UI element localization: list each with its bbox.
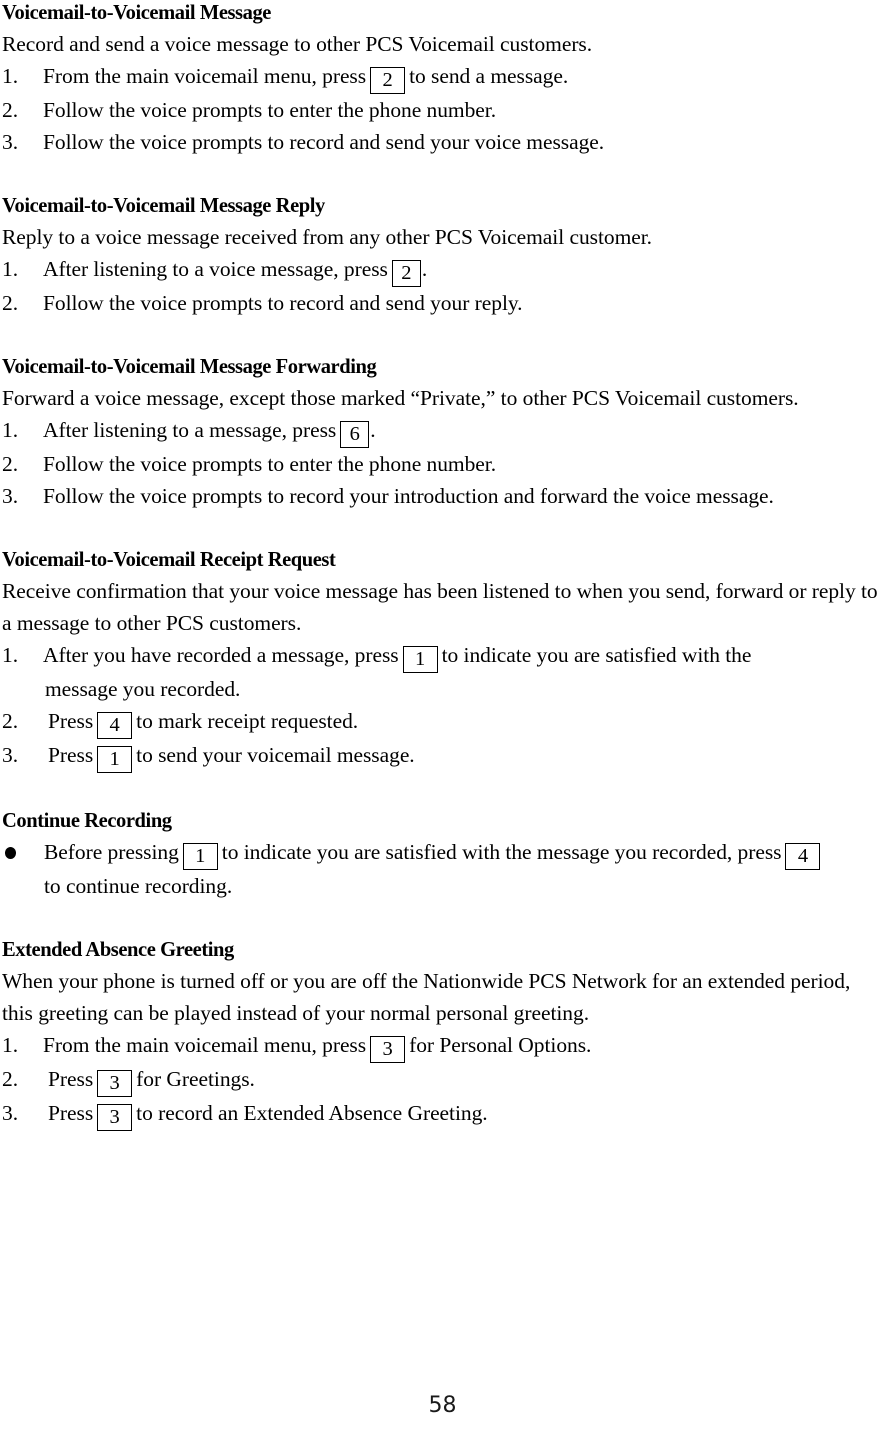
section-continue-recording: Continue Recording Before pressing 1 to in… xyxy=(2,804,880,902)
step-text-pre: Follow the voice prompts to enter the ph… xyxy=(43,452,497,476)
step-text-pre: After listening to a message, press xyxy=(43,418,337,442)
list-marker: 1. xyxy=(2,257,19,281)
keypad-key-box[interactable]: 3 xyxy=(370,1036,406,1063)
list-marker: 3. xyxy=(2,484,19,508)
list-item: 3. Press 1 to send your voicemail message. xyxy=(2,739,880,773)
step-list: 1. From the main voicemail menu, press 3 fo… xyxy=(2,1029,880,1131)
list-item: 2. Follow the voice prompts to enter the … xyxy=(2,94,880,126)
keypad-key-box[interactable]: 1 xyxy=(97,746,133,773)
keypad-key-box[interactable]: 2 xyxy=(391,260,421,287)
keypad-key-box[interactable]: 4 xyxy=(97,712,133,739)
section-intro: Record and send a voice message to other… xyxy=(2,32,593,56)
list-item: 3. Follow the voice prompts to record you… xyxy=(2,480,880,512)
page-number: 58 xyxy=(428,1393,457,1418)
list-marker: 2. xyxy=(2,291,19,315)
step-text-pre: Follow the voice prompts to enter the ph… xyxy=(43,98,497,122)
section-heading: Voicemail-to-Voicemail Message Reply xyxy=(2,193,325,217)
section-voicemail-to-voicemail-message: Voicemail-to-Voicemail Message Record an… xyxy=(2,0,880,158)
list-marker: 2. xyxy=(2,1067,19,1091)
keypad-key-box[interactable]: 3 xyxy=(97,1070,133,1097)
bullet-list: Before pressing 1 to indicate you are sati… xyxy=(2,836,880,902)
section-voicemail-to-voicemail-receipt-request: Voicemail-to-Voicemail Receipt Request R… xyxy=(2,543,880,773)
list-marker: 2. xyxy=(2,709,19,733)
list-marker: 3. xyxy=(2,743,19,767)
list-item: Before pressing 1 to indicate you are sati… xyxy=(2,836,880,902)
keypad-key-box[interactable]: 2 xyxy=(370,67,406,94)
document-page: Voicemail-to-Voicemail Message Record an… xyxy=(0,0,885,1429)
step-text-pre: Press xyxy=(48,1067,94,1091)
section-intro: Reply to a voice message received from a… xyxy=(2,225,652,249)
step-text-pre: After you have recorded a message, press xyxy=(43,643,399,667)
keypad-key-box-secondary[interactable]: 4 xyxy=(785,843,821,870)
list-marker: 1. xyxy=(2,1033,19,1057)
step-text-post: to indicate you are satisfied with the m… xyxy=(221,840,782,864)
step-text-post: for Greetings. xyxy=(136,1067,255,1091)
step-text-pre: Press xyxy=(48,709,94,733)
section-intro: Receive confirmation that your voice mes… xyxy=(2,579,878,635)
step-text-pre: Follow the voice prompts to record and s… xyxy=(43,130,605,154)
section-heading: Voicemail-to-Voicemail Message Forwardin… xyxy=(2,354,377,378)
step-text-continuation: to continue recording. xyxy=(44,874,233,898)
step-text-pre: From the main voicemail menu, press xyxy=(43,1033,367,1057)
keypad-key-box[interactable]: 1 xyxy=(182,843,218,870)
step-text-post: for Personal Options. xyxy=(409,1033,592,1057)
step-text-post: . xyxy=(421,257,428,281)
step-text-post: to record an Extended Absence Greeting. xyxy=(136,1101,488,1125)
list-item: 3. Follow the voice prompts to record and… xyxy=(2,126,880,158)
step-text-continuation: message you recorded. xyxy=(45,677,241,701)
section-heading: Continue Recording xyxy=(2,808,172,832)
list-item: 1. From the main voicemail menu, press 3 fo… xyxy=(2,1029,880,1063)
step-list: 1. After listening to a voice message, pr… xyxy=(2,253,880,319)
step-text-post: to indicate you are satisfied with the xyxy=(441,643,752,667)
page-content: Voicemail-to-Voicemail Message Record an… xyxy=(2,0,880,1131)
step-text-pre: From the main voicemail menu, press xyxy=(43,64,367,88)
section-intro: Forward a voice message, except those ma… xyxy=(2,386,799,410)
section-heading: Voicemail-to-Voicemail Message xyxy=(2,0,271,24)
step-text-pre: Follow the voice prompts to record your … xyxy=(43,484,774,508)
section-heading: Voicemail-to-Voicemail Receipt Request xyxy=(2,547,336,571)
step-text-pre: After listening to a voice message, pres… xyxy=(43,257,388,281)
section-heading: Extended Absence Greeting xyxy=(2,937,234,961)
list-item: 2. Press 4 to mark receipt requested. xyxy=(2,705,880,739)
list-marker: 1. xyxy=(2,418,19,442)
list-item: 3. Press 3 to record an Extended Absence Gr… xyxy=(2,1097,880,1131)
list-item: 2. Press 3 for Greetings. xyxy=(2,1063,880,1097)
list-marker: 1. xyxy=(2,64,19,88)
step-list: 1. From the main voicemail menu, press 2 to… xyxy=(2,60,880,158)
section-voicemail-to-voicemail-message-forwarding: Voicemail-to-Voicemail Message Forwardin… xyxy=(2,350,880,512)
list-marker: 1. xyxy=(2,643,19,667)
step-text-post: to mark receipt requested. xyxy=(136,709,359,733)
step-list: 1. After listening to a message, press 6. … xyxy=(2,414,880,512)
step-text-pre: Press xyxy=(48,743,94,767)
list-item: 1. After listening to a voice message, pr… xyxy=(2,253,880,287)
step-text-post: . xyxy=(370,418,376,442)
step-list: 1. After you have recorded a message, pre… xyxy=(2,639,880,773)
step-text-pre: Press xyxy=(48,1101,94,1125)
keypad-key-box[interactable]: 3 xyxy=(97,1104,133,1131)
section-intro: When your phone is turned off or you are… xyxy=(2,969,851,1025)
list-item: 1. After listening to a message, press 6. xyxy=(2,414,880,448)
list-marker: 3. xyxy=(2,130,19,154)
step-text-pre: Before pressing xyxy=(44,840,179,864)
list-item: 2. Follow the voice prompts to enter the … xyxy=(2,448,880,480)
list-marker: 2. xyxy=(2,98,19,122)
list-marker: 3. xyxy=(2,1101,19,1125)
list-marker: 2. xyxy=(2,452,19,476)
list-item: 2. Follow the voice prompts to record and… xyxy=(2,287,880,319)
step-text-post: to send a message. xyxy=(409,64,569,88)
step-text-pre: Follow the voice prompts to record and s… xyxy=(43,291,523,315)
list-item: 1. From the main voicemail menu, press 2 to… xyxy=(2,60,880,94)
keypad-key-box[interactable]: 6 xyxy=(340,421,370,448)
list-item: 1. After you have recorded a message, pre… xyxy=(2,639,880,705)
bullet-dot-icon xyxy=(5,847,16,859)
section-extended-absence-greeting: Extended Absence Greeting When your phon… xyxy=(2,933,880,1131)
keypad-key-box[interactable]: 1 xyxy=(402,646,438,673)
section-voicemail-to-voicemail-message-reply: Voicemail-to-Voicemail Message Reply Rep… xyxy=(2,189,880,319)
step-text-post: to send your voicemail message. xyxy=(136,743,415,767)
